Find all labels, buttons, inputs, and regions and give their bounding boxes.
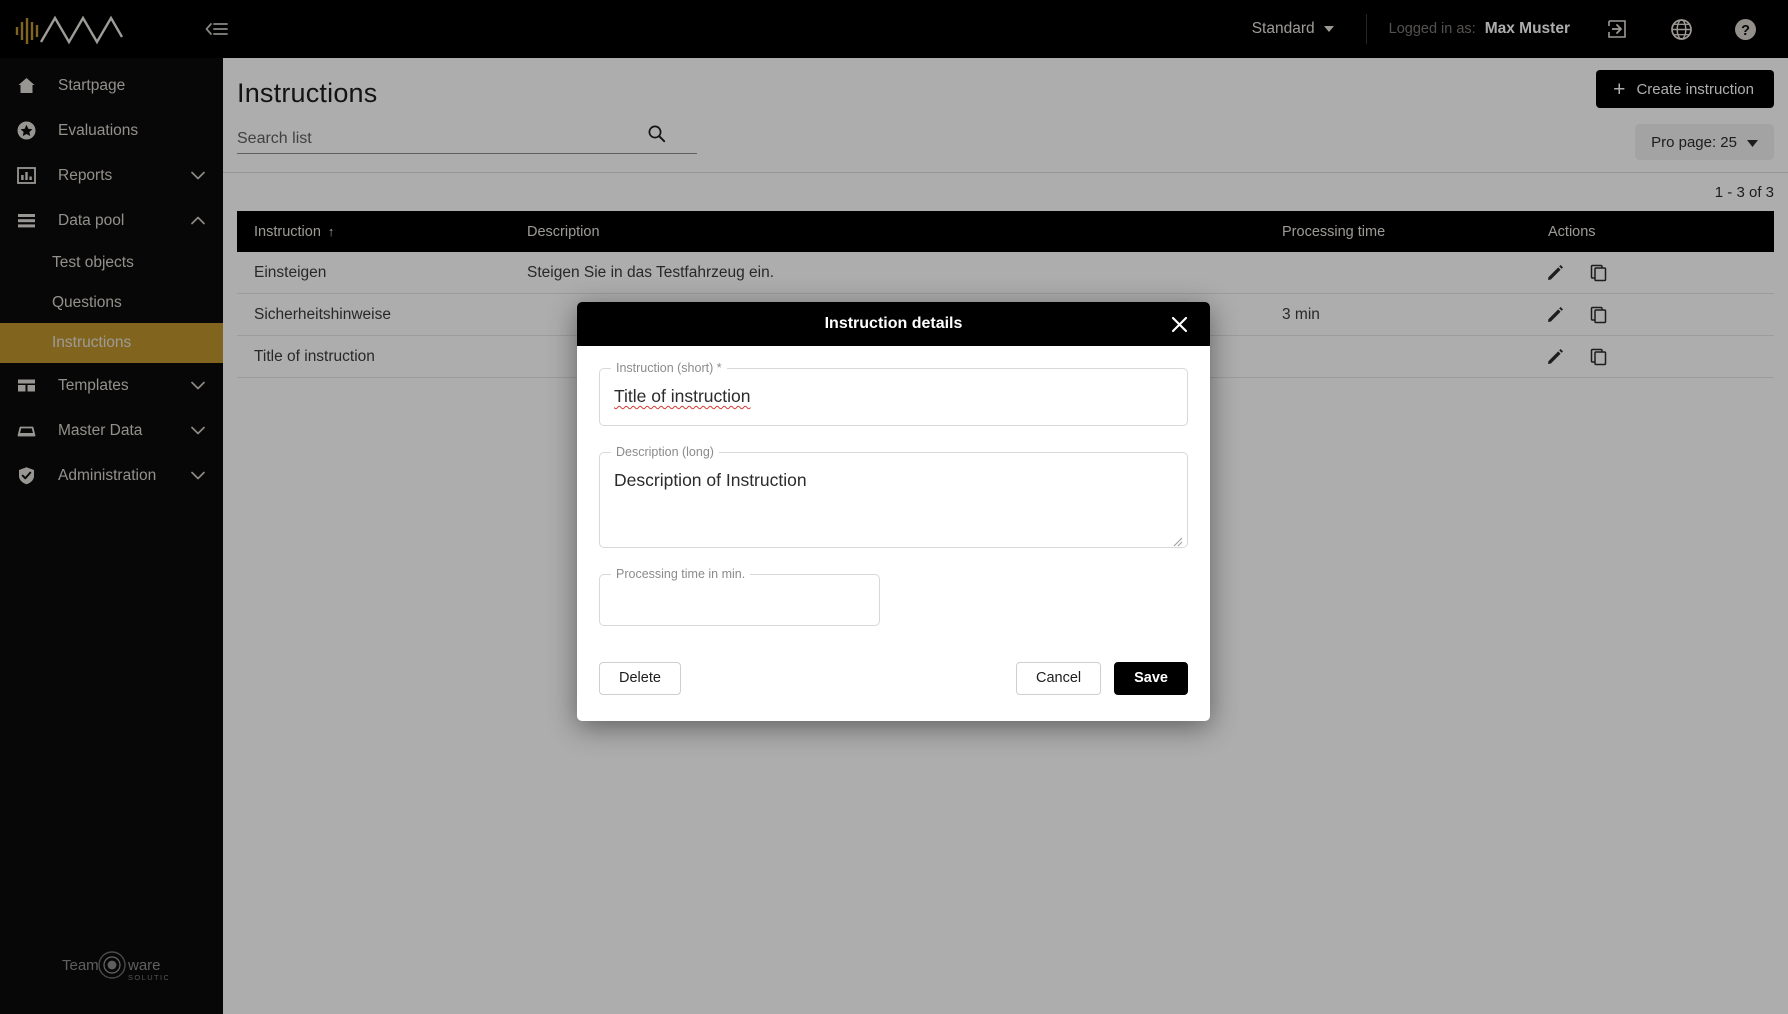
dialog-title: Instruction details (824, 315, 963, 332)
instruction-short-text: Title of instruction (614, 386, 751, 406)
description-long-value[interactable]: Description of Instruction (600, 453, 1187, 509)
processing-time-value[interactable] (600, 575, 879, 629)
dialog-header: Instruction details (577, 302, 1210, 346)
app-root: Standard Logged in as: Max Muster ? Star… (0, 0, 1788, 1014)
description-long-field[interactable]: Description (long) Description of Instru… (599, 444, 1188, 548)
instruction-short-value[interactable]: Title of instruction (600, 369, 1187, 425)
dialog-body: Instruction (short) * Title of instructi… (577, 346, 1210, 626)
dialog-footer-right: Cancel Save (1015, 661, 1188, 695)
processing-time-field[interactable]: Processing time in min. (599, 566, 880, 629)
cancel-button[interactable]: Cancel (1015, 661, 1102, 695)
save-button[interactable]: Save (1114, 661, 1188, 695)
delete-button[interactable]: Delete (599, 661, 681, 695)
processing-time-label: Processing time in min. (611, 566, 751, 581)
textarea-resize-handle[interactable] (1173, 534, 1183, 546)
instruction-short-field[interactable]: Instruction (short) * Title of instructi… (599, 361, 1188, 426)
instruction-details-dialog: Instruction details Instruction (short) … (577, 302, 1210, 721)
instruction-short-label: Instruction (short) * (611, 361, 727, 375)
close-icon[interactable] (1166, 311, 1192, 337)
description-long-label: Description (long) (611, 444, 719, 459)
dialog-footer: Delete Cancel Save (577, 654, 1210, 721)
